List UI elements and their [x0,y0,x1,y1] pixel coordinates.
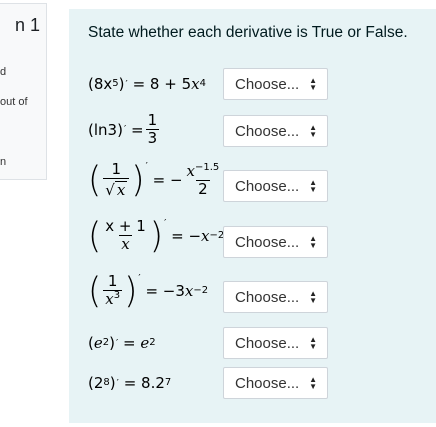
select-value: Choose... [235,288,300,306]
answer-select[interactable]: Choose... ▲ ▼ [223,170,328,202]
select-arrows-icon: ▲ ▼ [309,76,317,92]
question-row-3: ( 1 √ x ) ′ = − x−1.5 2 Choose... ▲ ▼ [69,161,436,211]
answer-select[interactable]: Choose... ▲ ▼ [223,367,328,399]
info-flag: n [0,156,7,168]
select-arrows-icon: ▲ ▼ [309,289,317,305]
question-info-panel: n 1 d out of n [0,3,47,180]
select-value: Choose... [235,334,300,352]
derivative-expression: ( 1 √ x ) ′ = − x−1.5 2 [88,159,220,201]
question-row-5: ( 1 x3 ) ′ = −3 x −2 Choose... ▲ ▼ [69,273,436,321]
question-row-7: (2 8) ′ = 8.2 7 Choose... ▲ ▼ [69,366,436,402]
question-row-2: (ln3) ′ = 13 Choose... ▲ ▼ [69,112,436,154]
question-row-6: (e 2) ′ = e2 Choose... ▲ ▼ [69,326,436,362]
select-value: Choose... [235,177,300,195]
answer-select[interactable]: Choose... ▲ ▼ [223,115,328,147]
question-row-1: (8x 5) ′ = 8 + 5x4 Choose... ▲ ▼ [69,67,436,103]
derivative-expression: (2 8) ′ = 8.2 7 [88,374,172,392]
answer-select[interactable]: Choose... ▲ ▼ [223,68,328,100]
answer-select[interactable]: Choose... ▲ ▼ [223,281,328,313]
derivative-expression: ( 1 x3 ) ′ = −3 x −2 [88,269,209,312]
select-value: Choose... [235,75,300,93]
info-status: d [0,66,7,78]
select-value: Choose... [235,122,300,140]
select-value: Choose... [235,374,300,392]
derivative-expression: (8x 5) ′ = 8 + 5x4 [88,75,206,93]
select-arrows-icon: ▲ ▼ [309,375,317,391]
select-arrows-icon: ▲ ▼ [309,178,317,194]
select-arrows-icon: ▲ ▼ [309,123,317,139]
question-number: n 1 [14,15,40,35]
select-value: Choose... [235,233,300,251]
answer-select[interactable]: Choose... ▲ ▼ [223,327,328,359]
info-marks: out of [0,96,28,108]
select-arrows-icon: ▲ ▼ [309,335,317,351]
derivative-expression: ( x + 1x ) ′ = − x −2 [88,214,225,257]
answer-select[interactable]: Choose... ▲ ▼ [223,226,328,258]
derivative-expression: (e 2) ′ = e2 [88,334,156,352]
question-panel: State whether each derivative is True or… [69,9,436,423]
select-arrows-icon: ▲ ▼ [309,234,317,250]
question-prompt: State whether each derivative is True or… [88,24,408,41]
derivative-expression: (ln3) ′ = 13 [88,111,160,147]
question-row-4: ( x + 1x ) ′ = − x −2 Choose... ▲ ▼ [69,218,436,266]
